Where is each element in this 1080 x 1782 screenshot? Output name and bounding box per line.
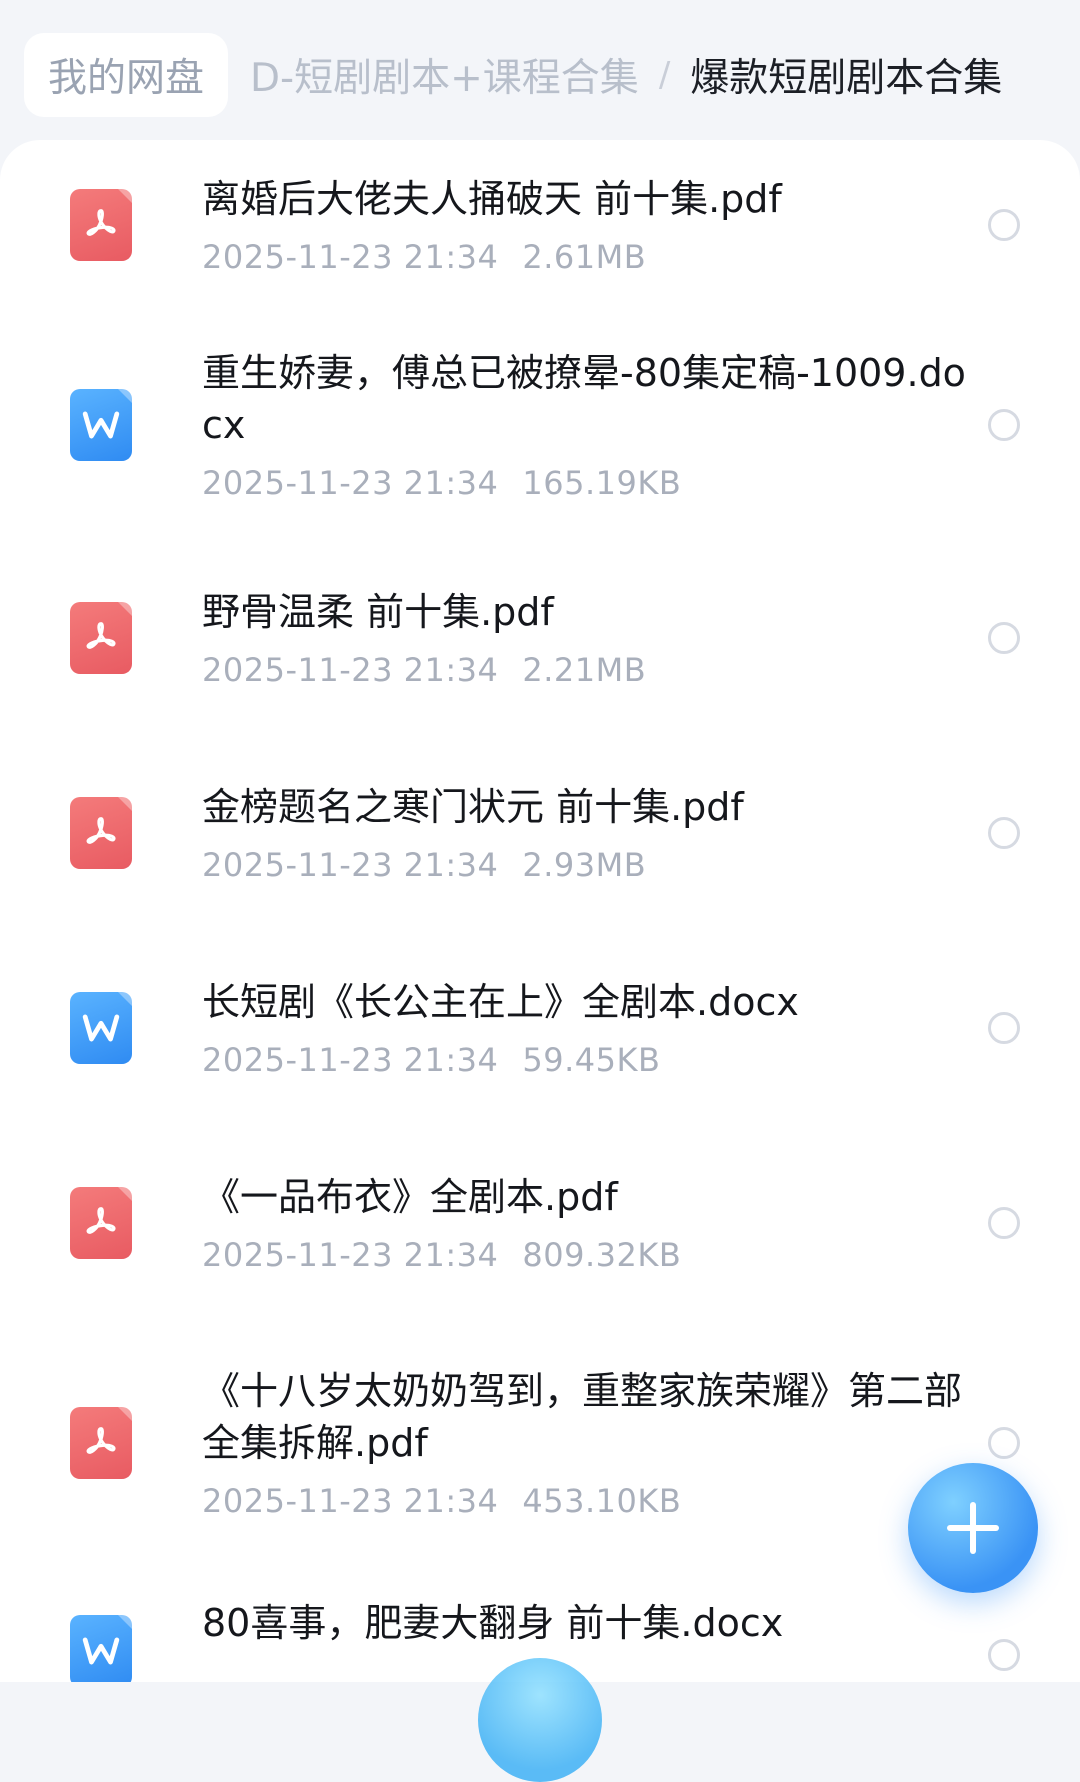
pdf-file-icon xyxy=(70,1406,132,1479)
breadcrumb-current: 爆款短剧剧本合集 xyxy=(690,56,1003,101)
plus-icon xyxy=(947,1502,999,1554)
file-name: 长短剧《长公主在上》全剧本.docx xyxy=(202,979,799,1024)
file-row[interactable]: 重生娇妻，傅总已被撩晕-80集定稿-1009.docx 2025-11-23 2… xyxy=(0,310,1080,540)
word-file-icon xyxy=(70,991,132,1064)
word-file-icon xyxy=(70,389,132,461)
select-radio[interactable] xyxy=(988,1206,1020,1239)
file-name: 离婚后大佬夫人捅破天 前十集.pdf xyxy=(202,177,782,221)
file-row[interactable]: 金榜题名之寒门状元 前十集.pdf 2025-11-23 21:34 2.93MB xyxy=(0,735,1080,930)
file-name: 金榜题名之寒门状元 前十集.pdf xyxy=(202,784,744,829)
file-date: 2025-11-23 21:34 xyxy=(202,845,499,884)
file-date: 2025-11-23 21:34 xyxy=(202,650,499,689)
file-row[interactable]: 《一品布衣》全剧本.pdf 2025-11-23 21:34 809.32KB xyxy=(0,1125,1080,1320)
file-list-card: 离婚后大佬夫人捅破天 前十集.pdf 2025-11-23 21:34 2.61M… xyxy=(0,140,1080,1682)
file-row[interactable]: 离婚后大佬夫人捅破天 前十集.pdf 2025-11-23 21:34 2.61M… xyxy=(0,140,1080,310)
bottom-floating-bubble[interactable] xyxy=(478,1658,602,1782)
word-file-icon xyxy=(70,1615,132,1682)
file-name: 《十八岁太奶奶驾到，重整家族荣耀》第二部全集拆解.pdf xyxy=(202,1368,963,1465)
file-date: 2025-11-23 21:34 xyxy=(202,1481,499,1520)
file-size: 809.32KB xyxy=(522,1235,682,1274)
add-button[interactable] xyxy=(908,1463,1038,1593)
file-date: 2025-11-23 21:34 xyxy=(202,464,499,502)
pdf-file-icon xyxy=(70,1186,132,1259)
file-name: 80喜事，肥妻大翻身 前十集.docx xyxy=(202,1601,784,1645)
select-radio[interactable] xyxy=(988,816,1020,849)
select-radio[interactable] xyxy=(988,409,1020,441)
file-size: 165.19KB xyxy=(522,464,682,502)
pdf-file-icon xyxy=(70,601,132,674)
file-name: 野骨温柔 前十集.pdf xyxy=(202,589,554,634)
pdf-file-icon xyxy=(70,796,132,869)
pdf-file-icon xyxy=(70,189,132,261)
file-row[interactable]: 长短剧《长公主在上》全剧本.docx 2025-11-23 21:34 59.45… xyxy=(0,930,1080,1125)
file-name: 重生娇妻，傅总已被撩晕-80集定稿-1009.docx xyxy=(202,351,966,447)
breadcrumb-home[interactable]: 我的网盘 xyxy=(24,33,229,117)
file-row[interactable]: 野骨温柔 前十集.pdf 2025-11-23 21:34 2.21MB xyxy=(0,540,1080,735)
select-radio[interactable] xyxy=(988,1011,1020,1044)
file-date: 2025-11-23 21:34 xyxy=(202,238,499,276)
file-size: 59.45KB xyxy=(522,1040,661,1079)
file-size: 2.93MB xyxy=(522,845,647,884)
file-size: 453.10KB xyxy=(522,1481,682,1520)
file-size: 2.21MB xyxy=(522,650,647,689)
file-size: 2.61MB xyxy=(522,238,647,276)
breadcrumb-separator: / xyxy=(658,55,671,95)
file-date: 2025-11-23 21:34 xyxy=(202,1235,499,1274)
select-radio[interactable] xyxy=(988,1426,1020,1459)
file-name: 《一品布衣》全剧本.pdf xyxy=(202,1174,618,1219)
select-radio[interactable] xyxy=(988,621,1020,654)
file-list: 离婚后大佬夫人捅破天 前十集.pdf 2025-11-23 21:34 2.61M… xyxy=(0,140,1080,1682)
select-radio[interactable] xyxy=(988,209,1020,241)
select-radio[interactable] xyxy=(988,1639,1020,1671)
breadcrumb-parent[interactable]: D-短剧剧本+课程合集 xyxy=(250,47,639,103)
breadcrumb: 我的网盘 D-短剧剧本+课程合集 / 爆款短剧剧本合集 xyxy=(0,0,1080,150)
file-date: 2025-11-23 21:34 xyxy=(202,1040,499,1079)
